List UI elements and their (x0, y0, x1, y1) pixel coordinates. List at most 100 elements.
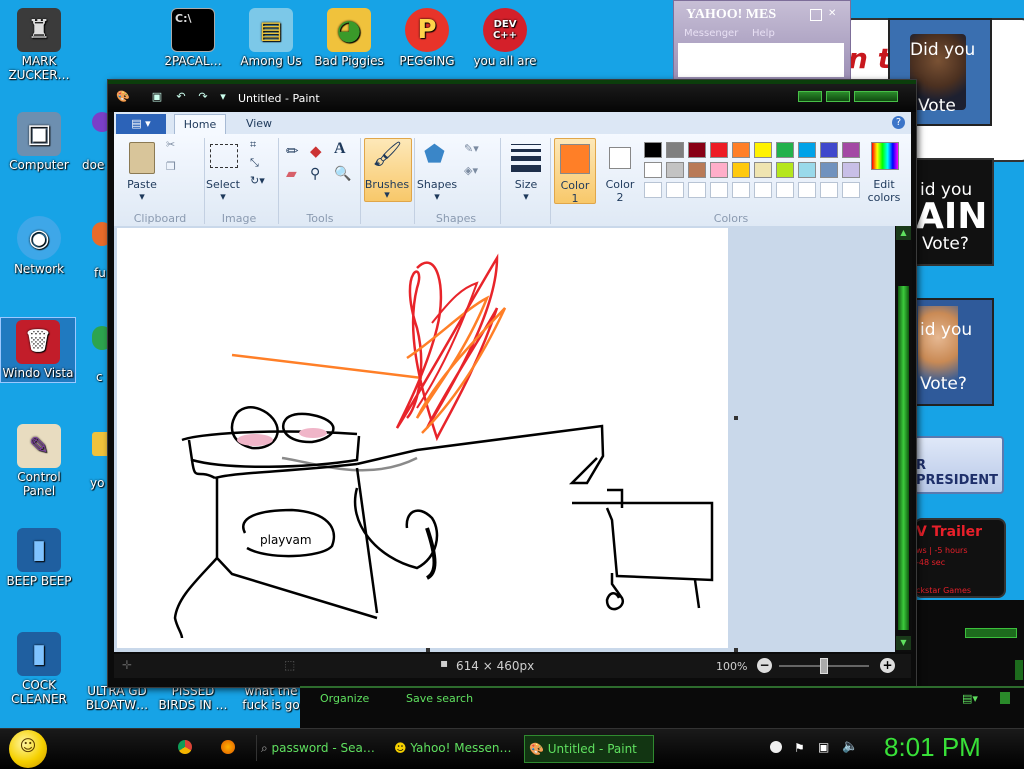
desktop-icon-beep-beep[interactable]: ▮ BEEP BEEP (2, 528, 76, 588)
palette-swatch[interactable] (798, 182, 816, 198)
zoom-slider-thumb[interactable] (820, 658, 828, 674)
color1-button[interactable]: Color 1 (554, 138, 596, 205)
maximize-button[interactable] (826, 91, 850, 102)
save-icon[interactable]: ▣ (150, 90, 164, 104)
fill-icon[interactable]: ◆ (310, 142, 322, 160)
palette-swatch[interactable] (644, 162, 662, 178)
rotate-icon[interactable]: ↻▾ (250, 174, 265, 187)
vertical-scrollbar[interactable]: ▲ ▼ (895, 226, 912, 652)
ad-vote-2[interactable]: id you AIN Vote? (914, 158, 994, 266)
desktop-icon-partial[interactable]: doe (78, 112, 112, 172)
palette-swatch[interactable] (710, 162, 728, 178)
help-icon[interactable] (1000, 692, 1010, 704)
desktop-icon-network[interactable]: ◉ Network (2, 216, 76, 276)
palette-swatch[interactable] (666, 162, 684, 178)
palette-swatch[interactable] (688, 142, 706, 158)
eraser-icon[interactable]: ▰ (286, 166, 297, 182)
paint-menu-button[interactable]: ▤ ▾ (116, 114, 166, 134)
palette-swatch[interactable] (842, 162, 860, 178)
pencil-icon[interactable]: ✏ (286, 142, 299, 160)
zoom-out-button[interactable]: − (757, 658, 772, 673)
desktop-icon-partial[interactable]: fu (78, 222, 112, 280)
ad-vote-3[interactable]: id you Vote? (914, 298, 994, 406)
color2-button[interactable]: Color 2 (600, 138, 640, 204)
palette-swatch[interactable] (820, 182, 838, 198)
palette-swatch[interactable] (688, 162, 706, 178)
tray-flag-icon[interactable]: ⚑ (794, 741, 805, 755)
scroll-thumb[interactable] (898, 286, 909, 630)
tab-view[interactable]: View (234, 114, 284, 134)
desktop-icon-computer[interactable]: ▣ Computer (2, 112, 76, 172)
palette-swatch[interactable] (776, 142, 794, 158)
organize-button[interactable]: Organize (320, 692, 369, 705)
palette-swatch[interactable] (754, 182, 772, 198)
desktop-icon-dev-cpp[interactable]: DEV C++ you all are (468, 8, 542, 68)
desktop-icon-partial[interactable]: yo (78, 432, 112, 490)
save-search-button[interactable]: Save search (406, 692, 473, 705)
palette-swatch[interactable] (820, 162, 838, 178)
palette-swatch[interactable] (644, 142, 662, 158)
palette-swatch[interactable] (710, 142, 728, 158)
cut-icon[interactable]: ✂ (166, 138, 175, 151)
outline-icon[interactable]: ✎▾ (464, 142, 479, 155)
yahoo-menu-messenger[interactable]: Messenger (684, 28, 738, 39)
clock[interactable]: 8:01 PM (884, 732, 981, 763)
brushes-dropdown-icon[interactable]: ▾ (364, 188, 410, 201)
view-icon[interactable]: ▤▾ (962, 692, 978, 705)
palette-swatch[interactable] (842, 182, 860, 198)
palette-swatch[interactable] (776, 182, 794, 198)
paint-titlebar[interactable]: 🎨 ▣ ↶ ↷ ▾ Untitled - Paint (108, 80, 916, 112)
text-icon[interactable]: A (334, 140, 346, 158)
help-icon[interactable]: ? (892, 116, 905, 129)
start-button[interactable]: ☺ (9, 730, 47, 768)
desktop-icon-recycle-bin[interactable]: 🗑 Windo Vista (0, 317, 76, 383)
desktop-icon-control-panel[interactable]: ✎ Control Panel (2, 424, 76, 498)
taskbar-item-yahoo[interactable]: ☻ Yahoo! Messen… (390, 735, 518, 761)
color-picker-icon[interactable]: ⚲ (310, 166, 320, 182)
palette-swatch[interactable] (754, 162, 772, 178)
shapes-icon[interactable]: ⬟ (424, 140, 445, 168)
resize-handle-bottom[interactable] (426, 648, 430, 652)
edit-colors-button[interactable]: Edit colors (862, 178, 906, 204)
palette-swatch[interactable] (732, 142, 750, 158)
desktop-icon-pegging[interactable]: P PEGGING (390, 8, 464, 68)
desktop-icon-partial[interactable]: c (78, 326, 112, 384)
tab-home[interactable]: Home (174, 114, 226, 135)
palette-swatch[interactable] (820, 142, 838, 158)
undo-icon[interactable]: ↶ (174, 90, 188, 104)
size-dropdown-icon[interactable]: ▾ (506, 190, 546, 203)
palette-swatch[interactable] (644, 182, 662, 198)
palette-swatch[interactable] (710, 182, 728, 198)
yahoo-close-button[interactable]: ✕ (828, 9, 838, 19)
minimize-button[interactable] (798, 91, 822, 102)
ad-president[interactable]: R PRESIDENT (914, 436, 1004, 494)
scroll-down-icon[interactable]: ▼ (896, 636, 911, 650)
redo-icon[interactable]: ↷ (196, 90, 210, 104)
taskbar-item-password[interactable]: ⌕ password - Sea… (256, 735, 385, 761)
desktop-icon-bad-piggies[interactable]: ◕ Bad Piggies (312, 8, 386, 68)
palette-swatch[interactable] (666, 182, 684, 198)
tray-icon-1[interactable] (770, 741, 782, 753)
resize-handle-corner[interactable] (734, 648, 738, 652)
zoom-in-button[interactable]: + (880, 658, 895, 673)
desktop-icon-pissed-birds[interactable]: PISSED BIRDS IN … (156, 684, 230, 712)
size-icon[interactable] (511, 144, 541, 172)
palette-swatch[interactable] (776, 162, 794, 178)
fill-shape-icon[interactable]: ◈▾ (464, 164, 478, 177)
palette-swatch[interactable] (688, 182, 706, 198)
resize-handle-right[interactable] (734, 416, 738, 420)
copy-icon[interactable]: ❐ (166, 160, 176, 173)
yahoo-min-button[interactable] (810, 9, 822, 21)
explorer-window[interactable]: Organize Save search ▤▾ (300, 686, 1024, 730)
yahoo-messenger-window[interactable]: YAHOO! MES ✕ Messenger Help (673, 0, 851, 81)
drawing-canvas[interactable]: playvam (117, 228, 728, 648)
scroll-up-icon[interactable]: ▲ (896, 226, 911, 240)
desktop-icon-what-the[interactable]: what the fuck is go (234, 684, 308, 712)
edit-colors-icon[interactable] (871, 142, 899, 170)
paste-dropdown-icon[interactable]: ▾ (124, 190, 160, 203)
palette-swatch[interactable] (732, 182, 750, 198)
taskbar-item-paint[interactable]: 🎨 Untitled - Paint (524, 735, 654, 763)
paint-window[interactable]: 🎨 ▣ ↶ ↷ ▾ Untitled - Paint ▤ ▾ Home View… (107, 79, 917, 688)
tray-network-icon[interactable]: ▣ (818, 740, 829, 754)
select-dropdown-icon[interactable]: ▾ (204, 190, 242, 203)
